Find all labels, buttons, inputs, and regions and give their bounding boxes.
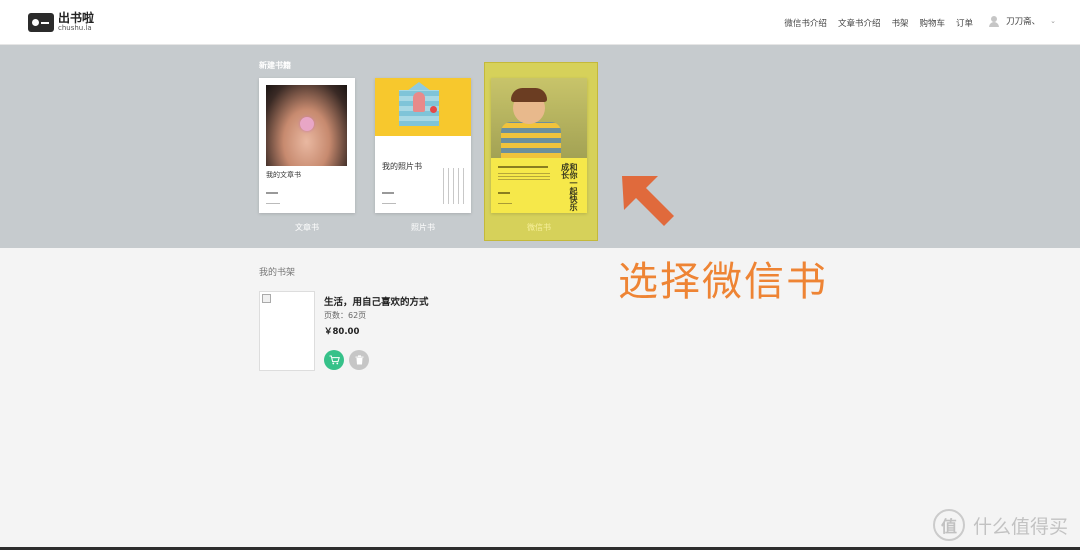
cover-vertical-text (443, 168, 465, 204)
cover-title: 和你一起快乐成长 (560, 163, 579, 211)
nav-cart[interactable]: 购物车 (919, 17, 945, 29)
brand-name-cn: 出书啦 (58, 11, 95, 25)
user-name: 刀刀斋、 (1006, 17, 1041, 27)
delete-book-button[interactable] (349, 350, 369, 370)
logo-text: 出书啦 chushu.la (58, 12, 94, 32)
nav-article-book-intro[interactable]: 文章书介绍 (838, 17, 881, 29)
child-hair (511, 88, 547, 102)
trash-icon (355, 355, 363, 365)
broken-image-icon (262, 294, 271, 303)
cover-author-line (382, 192, 394, 194)
nav-bookshelf[interactable]: 书架 (891, 17, 908, 29)
photo-book-card[interactable]: 我的照片书 (375, 78, 471, 213)
wechat-book-caption[interactable]: 微信书 (491, 222, 587, 233)
child-photo (491, 78, 587, 158)
new-book-title: 新建书籍 (259, 61, 291, 70)
heart-icon (430, 106, 437, 113)
main-nav: 微信书介绍 文章书介绍 书架 购物车 订单 (784, 17, 973, 29)
nav-orders[interactable]: 订单 (956, 17, 973, 29)
top-header: 出书啦 chushu.la 微信书介绍 文章书介绍 书架 购物车 订单 刀刀斋、… (0, 0, 1080, 45)
user-menu[interactable]: 刀刀斋、 ⌄ (989, 15, 1056, 27)
watermark: 值 什么值得买 (932, 509, 1068, 541)
girl-figure (413, 92, 425, 112)
logo[interactable]: 出书啦 chushu.la (28, 12, 94, 32)
flower-shape (300, 117, 314, 131)
cover-title: 我的照片书 (382, 162, 422, 171)
annotation-text: 选择微信书 (618, 259, 828, 305)
cart-icon (329, 355, 340, 365)
cover-footer-line (498, 203, 512, 204)
cover-small-text (498, 172, 550, 180)
cover-author-line (266, 192, 278, 194)
article-book-caption[interactable]: 文章书 (259, 222, 355, 233)
arrow-up-left-icon (622, 176, 674, 226)
book-thumbnail[interactable] (259, 291, 315, 371)
watermark-text: 什么值得买 (972, 515, 1068, 538)
striped-shirt (501, 122, 561, 158)
add-to-cart-button[interactable] (324, 350, 344, 370)
nav-wechat-book-intro[interactable]: 微信书介绍 (784, 17, 827, 29)
logo-mark-icon (28, 12, 54, 32)
cover-author-line (498, 192, 510, 194)
watermark-logo-icon: 值 (932, 509, 965, 541)
cover-footer-line (266, 203, 280, 204)
illustration (375, 78, 471, 136)
user-avatar-icon (989, 15, 1000, 27)
book-pages: 页数：62页 (324, 311, 367, 320)
bookshelf-title: 我的书架 (259, 268, 296, 278)
cover-subtitle-line (498, 166, 548, 168)
brand-name-en: chushu.la (58, 24, 92, 32)
book-price: ￥80.00 (324, 327, 360, 337)
book-title[interactable]: 生活，用自己喜欢的方式 (324, 294, 429, 308)
cover-footer-line (382, 203, 396, 204)
new-book-section: 新建书籍 我的文章书 文章书 我的照片书 照片书 和你一起快乐成长 微信书 (0, 45, 1080, 248)
photo-book-caption[interactable]: 照片书 (375, 222, 471, 233)
wechat-book-card[interactable]: 和你一起快乐成长 (491, 78, 587, 213)
article-book-card[interactable]: 我的文章书 (259, 78, 355, 213)
cover-title: 我的文章书 (266, 171, 301, 179)
chevron-down-icon: ⌄ (1050, 17, 1056, 25)
hands-photo (266, 85, 347, 166)
